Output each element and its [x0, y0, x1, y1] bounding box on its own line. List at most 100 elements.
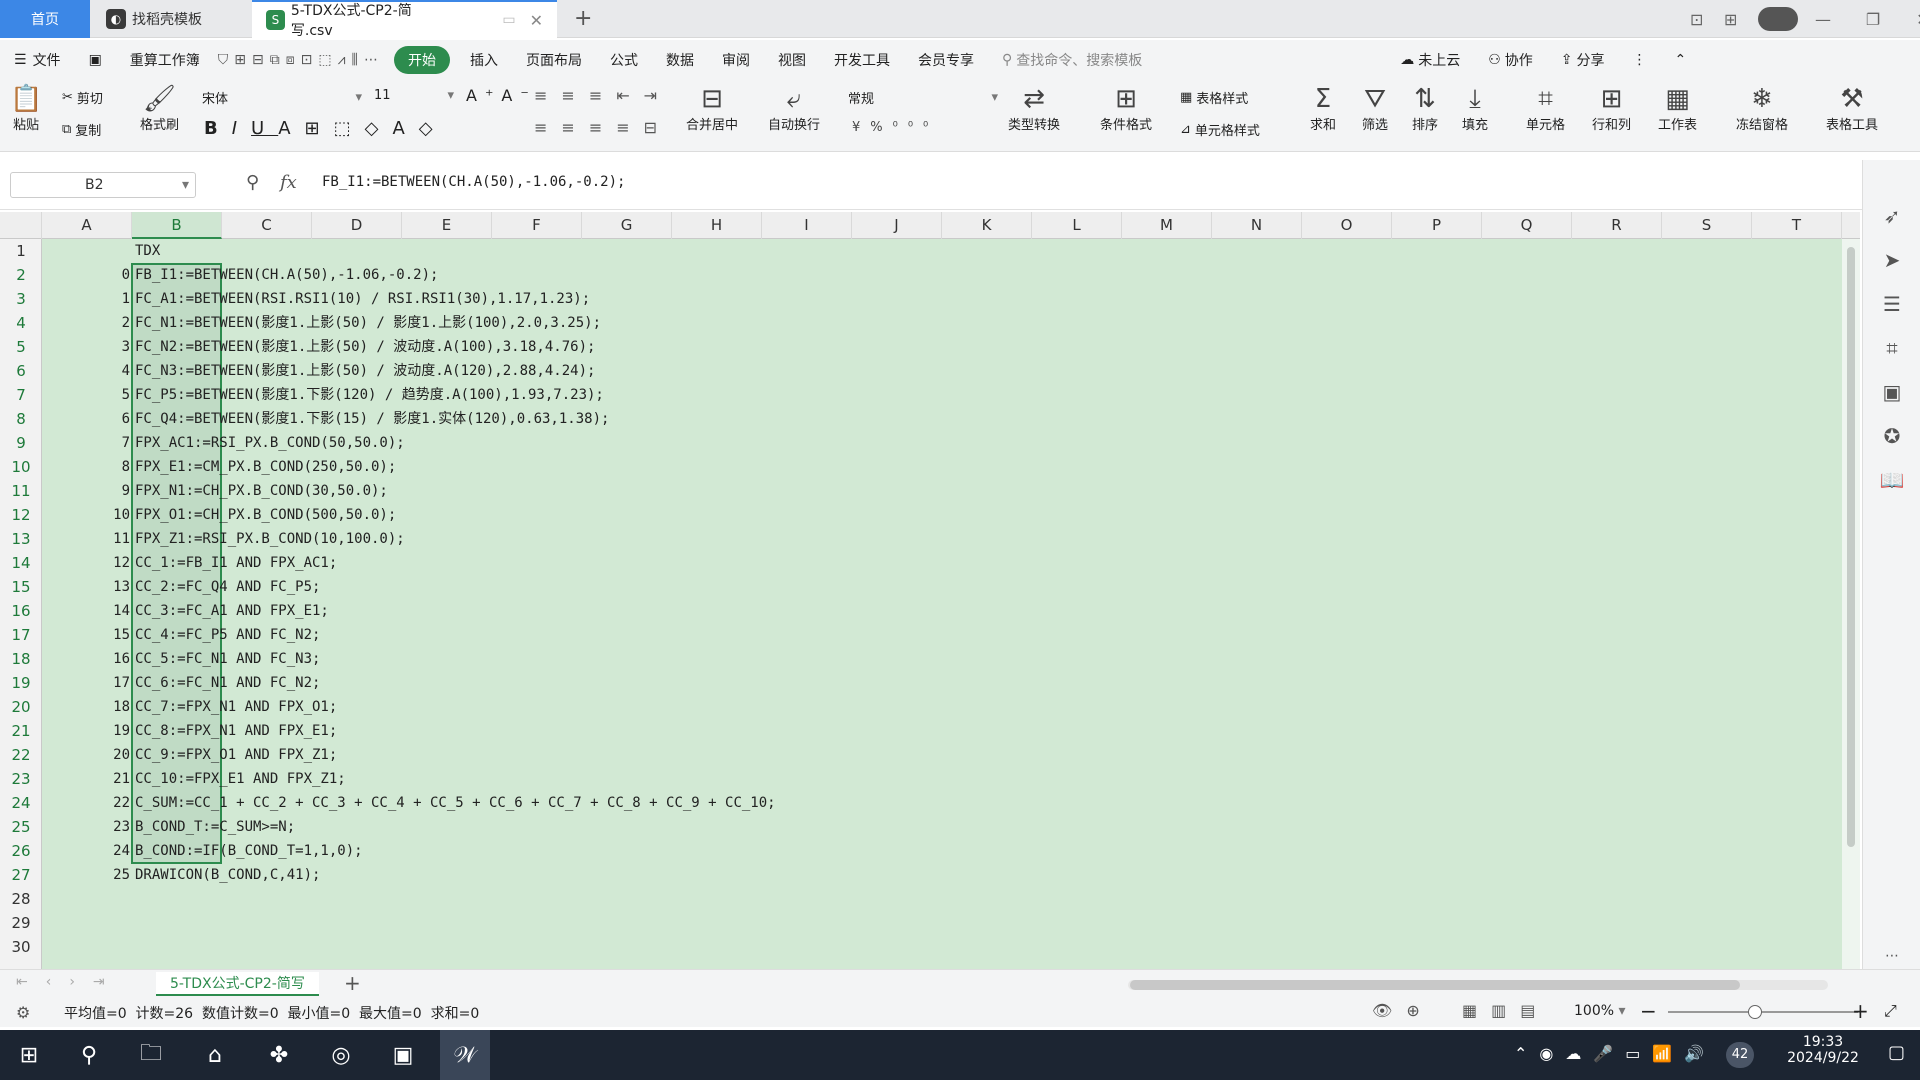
spreadsheet-grid[interactable]: ABCDEFGHIJKLMNOPQRST 1 2 3 4 5 6 7 8 9 10 11 12 13 14…: [0, 212, 1860, 969]
tab-member[interactable]: 会员专享: [904, 46, 988, 74]
row-header-13[interactable]: 13: [0, 527, 42, 551]
column-header-a[interactable]: A: [42, 212, 132, 239]
browser-icon[interactable]: ◎: [316, 1030, 366, 1080]
row-header-9[interactable]: 9: [0, 431, 42, 455]
layout-view-icons[interactable]: ▦▥▤: [1462, 1001, 1549, 1020]
file-explorer-icon[interactable]: 🗀: [126, 1030, 176, 1080]
cell-b13[interactable]: FPX_Z1:=RSI_PX.B_COND(10,100.0);: [135, 527, 405, 551]
align-buttons[interactable]: ≡≡≡⇤⇥: [534, 86, 671, 105]
column-header-r[interactable]: R: [1572, 212, 1662, 239]
cell-a24[interactable]: 22: [38, 791, 130, 815]
font-size-select[interactable]: 11 ▾: [374, 88, 454, 103]
row-header-25[interactable]: 25: [0, 815, 42, 839]
cell-a3[interactable]: 1: [38, 287, 130, 311]
collapse-ribbon-icon[interactable]: ⌃: [1661, 46, 1701, 74]
row-header-18[interactable]: 18: [0, 647, 42, 671]
cell-a11[interactable]: 9: [38, 479, 130, 503]
layout-icon[interactable]: ⊡: [1690, 10, 1724, 29]
cell-b19[interactable]: CC_6:=FC_N1 AND FC_N2;: [135, 671, 320, 695]
select-all-corner[interactable]: [0, 212, 42, 239]
cell-b7[interactable]: FC_P5:=BETWEEN(影度1.下影(120) / 趋势度.A(100),…: [135, 383, 604, 407]
row-header-28[interactable]: 28: [0, 887, 42, 911]
more-dots-icon[interactable]: ⋯: [1863, 948, 1920, 964]
cell-a7[interactable]: 5: [38, 383, 130, 407]
share-button[interactable]: ⇪ 分享: [1547, 46, 1619, 74]
row-header-8[interactable]: 8: [0, 407, 42, 431]
cell-b20[interactable]: CC_7:=FPX_N1 AND FPX_O1;: [135, 695, 337, 719]
quick-access-toolbar[interactable]: ⛉⊞⊟⧉⧈⊡⬚⩘⫼⋯: [214, 46, 388, 74]
column-header-c[interactable]: C: [222, 212, 312, 239]
cell-a6[interactable]: 4: [38, 359, 130, 383]
cell-style-button[interactable]: ⊿ 单元格样式: [1180, 120, 1260, 139]
freeze-button[interactable]: ❄ 冻结窗格: [1736, 84, 1788, 133]
pointer-icon[interactable]: ➤: [1863, 248, 1920, 272]
clover-app-icon[interactable]: ✤: [254, 1030, 304, 1080]
row-header-2[interactable]: 2: [0, 263, 42, 287]
rocket-icon[interactable]: ➶: [1863, 204, 1920, 228]
cell-b21[interactable]: CC_8:=FPX_N1 AND FPX_E1;: [135, 719, 337, 743]
cell-b1[interactable]: TDX: [135, 239, 160, 263]
row-header-23[interactable]: 23: [0, 767, 42, 791]
zoom-slider-handle[interactable]: [1748, 1005, 1762, 1019]
row-header-4[interactable]: 4: [0, 311, 42, 335]
cell-b8[interactable]: FC_Q4:=BETWEEN(影度1.下影(15) / 影度1.实体(120),…: [135, 407, 609, 431]
column-header-j[interactable]: J: [852, 212, 942, 239]
row-header-20[interactable]: 20: [0, 695, 42, 719]
save-button[interactable]: ▣: [75, 46, 116, 74]
vertical-scrollbar[interactable]: [1842, 239, 1860, 969]
font-style-buttons[interactable]: B I U A⊞⬚◇A◇: [204, 118, 447, 139]
windows-start-icon[interactable]: ⊞: [4, 1030, 54, 1080]
tab-view[interactable]: 视图: [764, 46, 820, 74]
name-box[interactable]: B2 ▾: [10, 172, 196, 198]
row-header-15[interactable]: 15: [0, 575, 42, 599]
app-house-icon[interactable]: ⌂: [190, 1030, 240, 1080]
cut-button[interactable]: ✂ 剪切: [62, 88, 103, 107]
new-tab-icon[interactable]: +: [574, 6, 592, 31]
action-center-icon[interactable]: ▢: [1888, 1042, 1905, 1063]
column-header-l[interactable]: L: [1032, 212, 1122, 239]
font-name-select[interactable]: 宋体 ▾: [202, 88, 362, 107]
sheet-tab[interactable]: 5-TDX公式-CP2-简写: [156, 972, 319, 996]
cell-b24[interactable]: C_SUM:=CC_1 + CC_2 + CC_3 + CC_4 + CC_5 …: [135, 791, 776, 815]
fx-icon[interactable]: fx: [280, 172, 297, 193]
row-header-1[interactable]: 1: [0, 239, 42, 263]
cell-b23[interactable]: CC_10:=FPX_E1 AND FPX_Z1;: [135, 767, 346, 791]
cell-a10[interactable]: 8: [38, 455, 130, 479]
cell-b15[interactable]: CC_2:=FC_Q4 AND FC_P5;: [135, 575, 320, 599]
worksheet-button[interactable]: ▦ 工作表: [1658, 84, 1697, 133]
search-icon[interactable]: ⚲: [64, 1030, 114, 1080]
horizontal-scrollbar[interactable]: [1128, 980, 1828, 990]
column-header-b[interactable]: B: [132, 212, 222, 239]
view-mode-icons[interactable]: 👁⊕: [1372, 1001, 1434, 1020]
formula-input[interactable]: FB_I1:=BETWEEN(CH.A(50),-1.06,-0.2);: [322, 174, 625, 190]
zoom-in-icon[interactable]: +: [1852, 999, 1869, 1023]
avatar[interactable]: [1758, 7, 1798, 31]
tab-page-layout[interactable]: 页面布局: [512, 46, 596, 74]
cell-b5[interactable]: FC_N2:=BETWEEN(影度1.上影(50) / 波动度.A(100),3…: [135, 335, 595, 359]
cell-b6[interactable]: FC_N3:=BETWEEN(影度1.上影(50) / 波动度.A(120),2…: [135, 359, 595, 383]
sort-button[interactable]: ⇅ 排序: [1412, 84, 1438, 133]
cell-a1[interactable]: [38, 239, 130, 263]
tab-developer[interactable]: 开发工具: [820, 46, 904, 74]
copy-button[interactable]: ⧉ 复制: [62, 120, 101, 139]
cell-a18[interactable]: 16: [38, 647, 130, 671]
cell-a15[interactable]: 13: [38, 575, 130, 599]
cell-a5[interactable]: 3: [38, 335, 130, 359]
cell-b25[interactable]: B_COND_T:=C_SUM>=N;: [135, 815, 295, 839]
sheet-nav-icons[interactable]: ⇤‹›⇥: [16, 974, 123, 990]
tab-home[interactable]: 首页: [0, 0, 90, 38]
number-buttons[interactable]: ¥%⁰⁰⁰: [852, 120, 938, 135]
cell-a19[interactable]: 17: [38, 671, 130, 695]
cell-b2[interactable]: FB_I1:=BETWEEN(CH.A(50),-1.06,-0.2);: [135, 263, 438, 287]
command-search[interactable]: ⚲ 查找命令、搜索模板: [988, 46, 1156, 74]
row-header-26[interactable]: 26: [0, 839, 42, 863]
cell-b9[interactable]: FPX_AC1:=RSI_PX.B_COND(50,50.0);: [135, 431, 405, 455]
column-header-g[interactable]: G: [582, 212, 672, 239]
pin-icon[interactable]: ▭: [502, 12, 515, 28]
cond-format-button[interactable]: ⊞ 条件格式: [1100, 84, 1152, 133]
vertical-scroll-thumb[interactable]: [1847, 247, 1855, 847]
cell-a12[interactable]: 10: [38, 503, 130, 527]
column-header-q[interactable]: Q: [1482, 212, 1572, 239]
horizontal-scroll-thumb[interactable]: [1130, 980, 1740, 990]
cell-b4[interactable]: FC_N1:=BETWEEN(影度1.上影(50) / 影度1.上影(100),…: [135, 311, 601, 335]
